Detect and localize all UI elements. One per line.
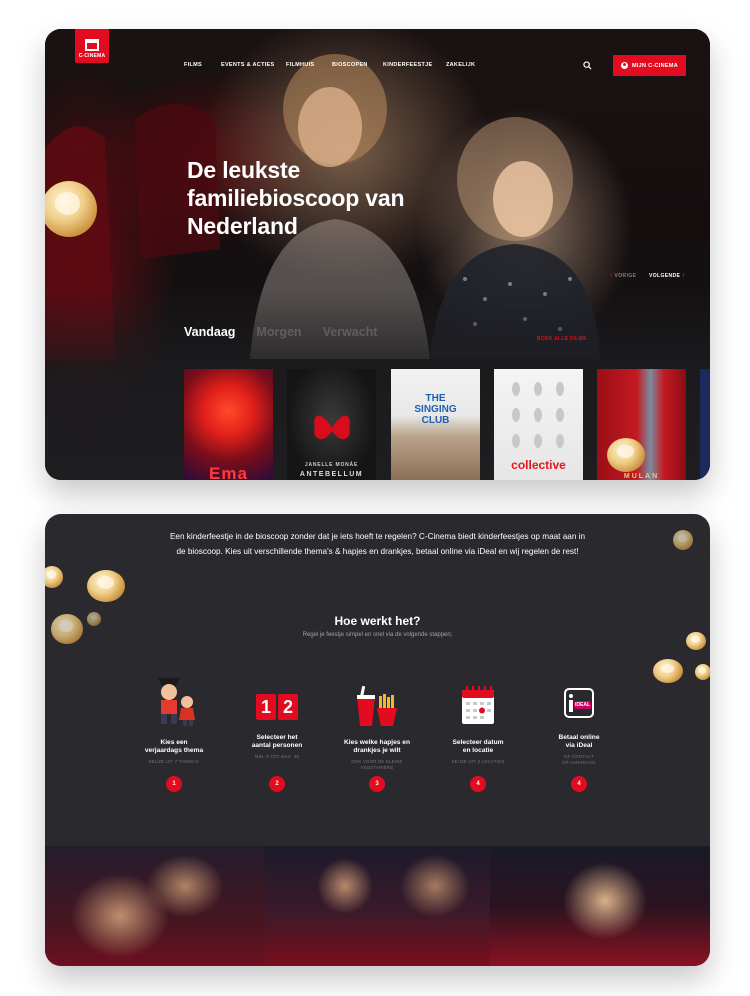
step-number-1[interactable]: 1 — [166, 776, 182, 792]
number-blocks-icon: 1 2 — [247, 684, 307, 728]
how-it-works-subtitle: Regel je feestje simpel en snel via de v… — [302, 632, 453, 638]
poster-antebellum[interactable]: Janelle Monáe Antebellum — [287, 369, 376, 480]
step-note: Keuze uit 7 thema's — [148, 759, 200, 764]
logo-mark-icon — [85, 39, 99, 51]
number-block: 2 — [278, 694, 298, 720]
search-icon[interactable] — [583, 61, 592, 70]
step-title: Selecteer datum en locatie — [452, 739, 504, 754]
nav-item-bioscopen[interactable]: Bioscopen — [332, 62, 368, 68]
step-number-2[interactable]: 2 — [269, 776, 285, 792]
nav-item-filmhuis[interactable]: Filmhuis — [286, 62, 314, 68]
nav-item-events-acties[interactable]: Events & Acties — [221, 62, 275, 68]
fries-drink-icon — [357, 685, 397, 726]
tab-verwacht[interactable]: Verwacht — [323, 325, 378, 339]
step-note: Min. 6 tot max. 40 — [254, 754, 300, 759]
step-title: Betaal online via iDeal — [558, 734, 600, 749]
poster-figures-illustration — [512, 382, 564, 448]
slider-next-button[interactable]: Volgende › — [649, 272, 685, 279]
logo-text: C-CINEMA — [78, 53, 106, 59]
kinderfeestje-card: Een kinderfeestje in de bioscoop zonder … — [45, 514, 710, 966]
c-cinema-logo[interactable]: C-CINEMA — [75, 29, 109, 63]
step-5: iDEAL Betaal online via iDeal Of contact… — [529, 684, 629, 766]
ideal-text: iDEAL — [574, 701, 591, 709]
nav-item-zakelijk[interactable]: Zakelijk — [446, 62, 475, 68]
step-4: Selecteer datum en locatie Keuze uit 3 l… — [428, 684, 528, 765]
next-label: Volgende — [649, 273, 681, 279]
popcorn-decoration — [45, 566, 63, 588]
poster-title: Ema — [209, 464, 248, 480]
slider-prev-button[interactable]: ‹ Vorige — [610, 272, 636, 279]
mijn-c-cinema-label: Mijn C-Cinema — [631, 62, 679, 69]
calendar-icon — [462, 686, 494, 724]
step-number-5[interactable]: 4 — [571, 776, 587, 792]
intro-text: Een kinderfeestje in de bioscoop zonder … — [169, 532, 586, 556]
butterfly-icon — [314, 415, 350, 440]
number-block: 1 — [256, 694, 276, 720]
chevron-left-icon: ‹ — [610, 272, 613, 279]
poster-ema[interactable]: Ema — [184, 369, 273, 480]
poster-credit: Janelle Monáe — [304, 462, 359, 468]
popcorn-decoration — [87, 570, 125, 602]
step-title: Selecteer het aantal personen — [251, 734, 303, 749]
ideal-icon: iDEAL — [549, 684, 609, 728]
poster-title: Antebellum — [299, 471, 364, 478]
poster-next-partial[interactable] — [700, 369, 710, 480]
prev-label: Vorige — [614, 273, 637, 279]
poster-title: collective — [511, 458, 566, 472]
day-tabs: Vandaag Morgen Verwacht — [184, 325, 377, 339]
tab-morgen[interactable]: Morgen — [256, 325, 301, 339]
step-note: Of contact op aanvraag — [562, 754, 596, 765]
mijn-c-cinema-button[interactable]: Mijn C-Cinema — [613, 55, 686, 76]
user-icon — [620, 62, 628, 69]
audience-photo-3d-glasses — [265, 846, 490, 966]
step-3: Kies welke hapjes en drankjes je wilt Oo… — [327, 684, 427, 771]
poster-title: The Singing Club — [414, 393, 457, 426]
nav-item-kinderfeestje[interactable]: Kinderfeestje — [383, 62, 432, 68]
book-all-films-link[interactable]: Boek alle films — [537, 336, 587, 342]
poster-title: Mulan — [623, 473, 660, 480]
tab-vandaag[interactable]: Vandaag — [184, 325, 235, 339]
step-number-3[interactable]: 3 — [369, 776, 385, 792]
how-it-works-title: Hoe werkt het? — [334, 614, 421, 628]
step-title: Kies een verjaardags thema — [144, 739, 204, 754]
popcorn-decoration — [673, 530, 693, 550]
popcorn-decoration — [653, 659, 683, 683]
step-number-4[interactable]: 4 — [470, 776, 486, 792]
nav-item-films[interactable]: Films — [184, 62, 202, 68]
pirate-kids-icon — [158, 678, 195, 726]
photo-strip — [45, 846, 710, 966]
step-1: Kies een verjaardags thema Keuze uit 7 t… — [124, 678, 224, 765]
chevron-right-icon: › — [682, 272, 685, 279]
step-note: Keuze uit 3 locaties — [451, 759, 505, 764]
popcorn-decoration — [695, 664, 710, 680]
poster-the-singing-club[interactable]: The Singing Club — [391, 369, 480, 480]
hero-card: C-CINEMA Films Events & Acties Filmhuis … — [45, 29, 710, 480]
step-title: Kies welke hapjes en drankjes je wilt — [344, 739, 410, 754]
audience-photo-boy — [490, 846, 710, 966]
hero-title: De leukste familiebioscoop van Nederland — [187, 157, 405, 239]
popcorn-decoration — [607, 438, 645, 472]
step-2: 1 2 Selecteer het aantal personen Min. 6… — [227, 684, 327, 760]
poster-collective[interactable]: collective — [494, 369, 583, 480]
audience-photo-family — [45, 846, 265, 966]
step-note: Ook voor de kleine vegetariërs — [351, 759, 403, 770]
